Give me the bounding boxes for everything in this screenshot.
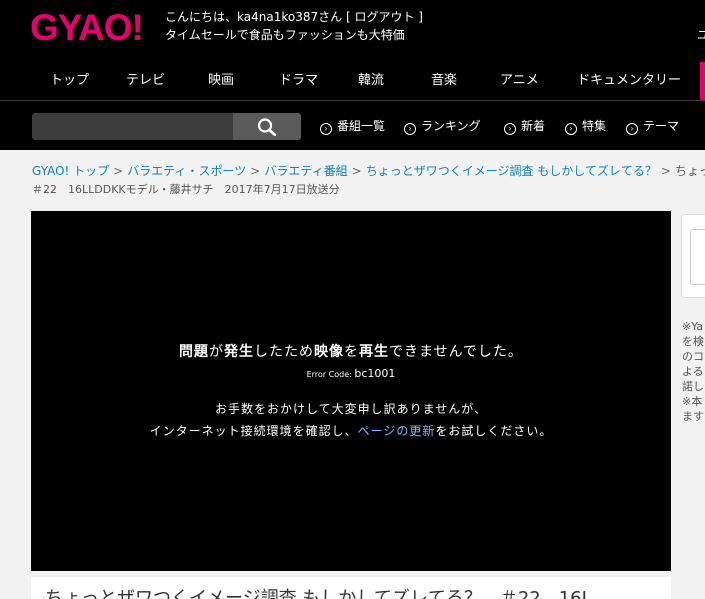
breadcrumb-variety-programs[interactable]: バラエティ番組 [264, 164, 347, 178]
search-input[interactable] [32, 113, 233, 140]
subnav-new[interactable]: › 新着 [504, 117, 545, 135]
greeting-prefix: こんにちは、 [165, 10, 238, 24]
breadcrumb-separator: > [660, 164, 671, 178]
logout-close-bracket: ] [414, 10, 423, 24]
chevron-circle-icon: › [320, 123, 332, 135]
greeting-suffix: さん [318, 10, 343, 24]
nav-item-music[interactable]: 音楽 [431, 72, 457, 90]
error-message-line1: お手数をおかけして大変申し訳ありませんが、 [214, 402, 488, 416]
side-ad-inner [690, 229, 705, 285]
search-button[interactable] [233, 113, 301, 140]
chevron-circle-icon: › [626, 123, 638, 135]
nav-item-movie[interactable]: 映画 [208, 72, 234, 90]
username: ka4na1ko387 [237, 10, 319, 24]
site-header: GYAO! こんにちは、ka4na1ko387さん [ ログアウト ] タイムセ… [0, 0, 705, 150]
user-greeting: こんにちは、ka4na1ko387さん [ ログアウト ] [165, 9, 423, 25]
header-divider [0, 100, 705, 101]
nav-item-korea[interactable]: 韓流 [358, 72, 384, 90]
promo-link[interactable]: タイムセールで食品もファッションも大特価 [165, 27, 405, 43]
breadcrumb-gyao-top[interactable]: GYAO! トップ [32, 164, 109, 178]
side-notes: ※Ya を検 のコ よる 諾し ※本 ます [682, 320, 704, 423]
nav-item-top[interactable]: トップ [50, 72, 89, 90]
nav-item-anime[interactable]: アニメ [500, 72, 539, 90]
subnav-featured[interactable]: › 特集 [565, 117, 606, 135]
logout-open-bracket: [ [342, 10, 355, 24]
chevron-circle-icon: › [404, 123, 416, 135]
breadcrumb-variety-sports[interactable]: バラエティ・スポーツ [127, 164, 246, 178]
nav-item-tv[interactable]: テレビ [126, 72, 165, 90]
nav-item-documentary[interactable]: ドキュメンタリー [577, 72, 681, 90]
error-title: 問題が発生したため映像を再生できませんでした。 [179, 344, 523, 360]
breadcrumb: GYAO! トップ > バラエティ・スポーツ > バラエティ番組 > ちょっとザワつくイメー… [32, 162, 705, 180]
breadcrumb-separator: > [351, 164, 362, 178]
subnav-label: 新着 [521, 119, 546, 133]
subnav-ranking[interactable]: › ランキング [404, 117, 481, 135]
header-edge-link[interactable]: ユ [697, 27, 705, 43]
episode-title-bar: ちょっとザワつくイメージ調査 もしかしてズレてる？ ＃22 16L [31, 577, 671, 599]
subnav-label: 番組一覧 [337, 119, 386, 133]
subnav-program-list[interactable]: › 番組一覧 [320, 117, 385, 135]
side-ad-card[interactable] [681, 214, 705, 298]
breadcrumb-separator: > [113, 164, 124, 178]
subnav-theme[interactable]: › テーマ [626, 117, 679, 135]
subnav-label: 特集 [582, 119, 607, 133]
episode-title: ちょっとザワつくイメージ調査 もしかしてズレてる？ ＃22 16L [45, 588, 592, 599]
breadcrumb-series[interactable]: ちょっとザワつくイメージ調査 もしかしてズレてる？ [366, 164, 657, 178]
subnav-label: ランキング [421, 119, 481, 133]
subnav-label: テーマ [643, 119, 680, 133]
breadcrumb-separator: > [250, 164, 261, 178]
chevron-circle-icon: › [504, 123, 516, 135]
error-code-label: Error Code: [306, 370, 355, 379]
page-refresh-link[interactable]: ページの更新 [358, 424, 436, 438]
chevron-circle-icon: › [565, 123, 577, 135]
logout-link[interactable]: ログアウト [354, 10, 414, 24]
breadcrumb-current: ちょっ [674, 164, 705, 178]
video-player[interactable]: 問題が発生したため映像を再生できませんでした。 Error Code: bc10… [31, 211, 671, 571]
error-message-line2: インターネット接続環境を確認し、ページの更新をお試しください。 [149, 424, 553, 438]
error-code-value: bc1001 [354, 367, 396, 380]
search-icon [257, 118, 277, 136]
error-code: Error Code: bc1001 [31, 365, 671, 384]
nav-active-indicator [700, 62, 705, 100]
gyao-logo[interactable]: GYAO! [30, 8, 144, 48]
global-nav: トップ テレビ 映画 ドラマ 韓流 音楽 アニメ ドキュメンタリー [0, 62, 705, 100]
nav-item-drama[interactable]: ドラマ [279, 72, 318, 90]
episode-meta: ＃22 16LLDDKKモデル・藤井サチ 2017年7月17日放送分 [32, 183, 340, 196]
